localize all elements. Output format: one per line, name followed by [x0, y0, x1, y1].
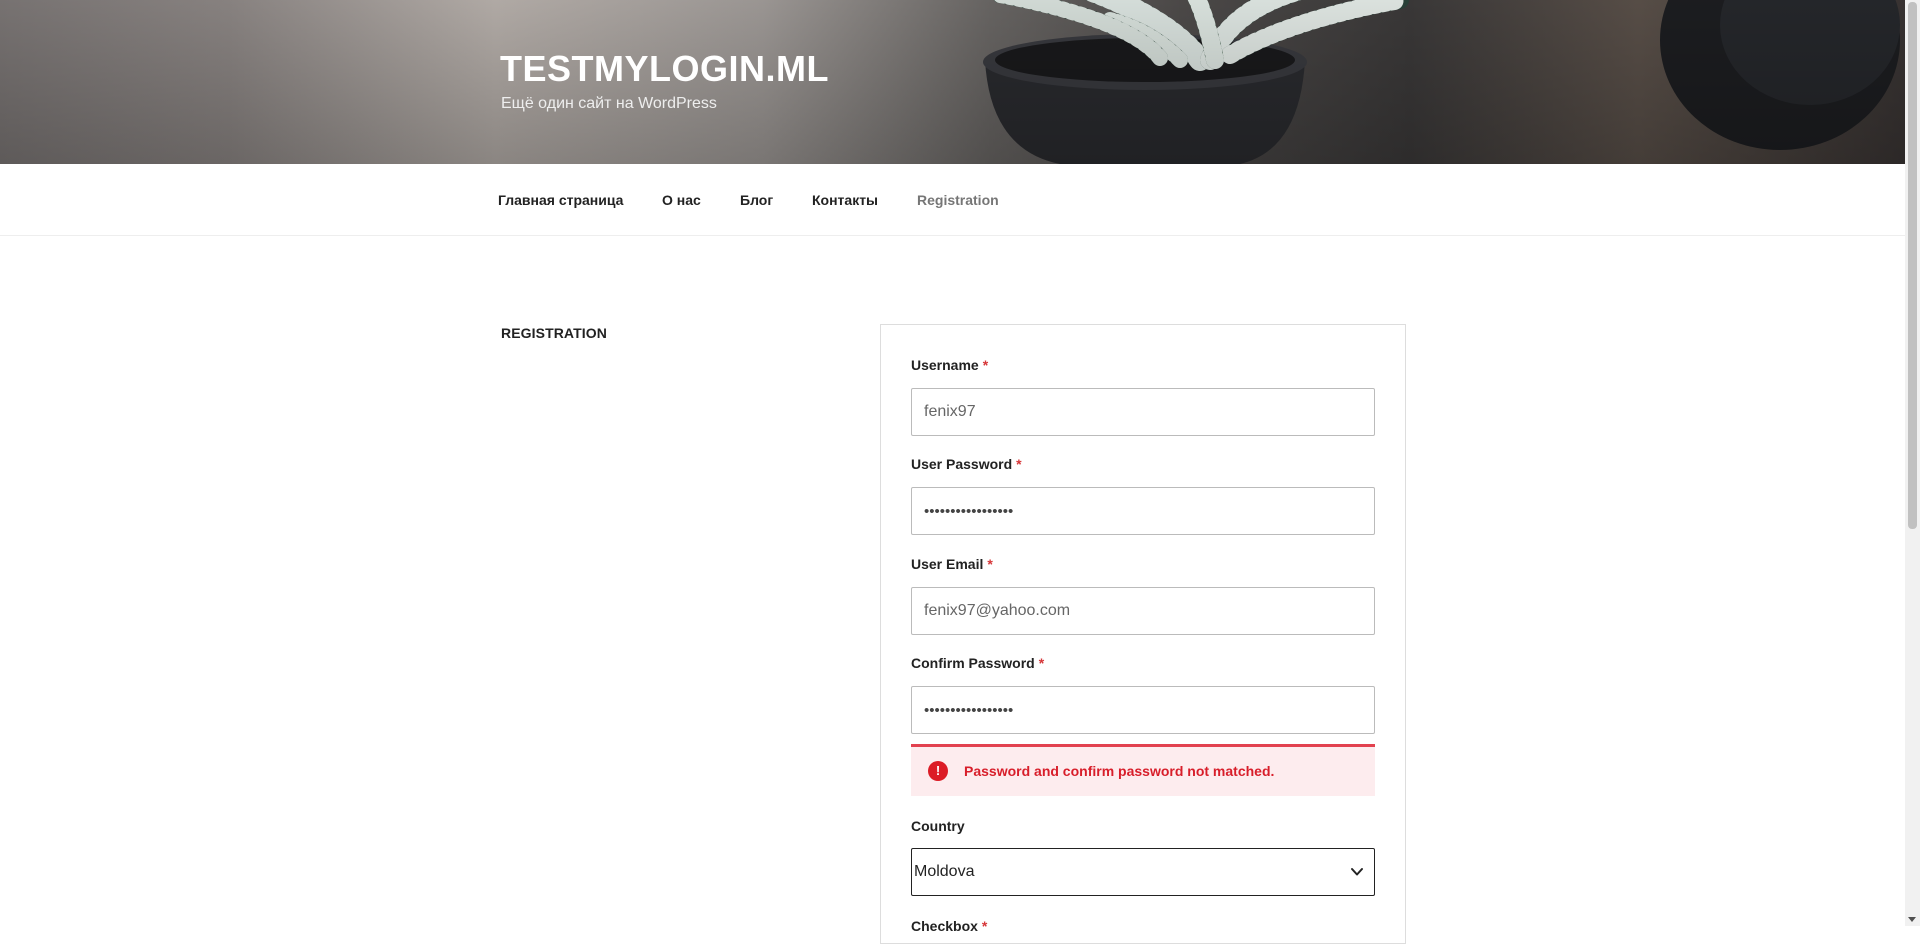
- nav-item-blog[interactable]: Блог: [740, 192, 773, 208]
- password-mismatch-error: ! Password and confirm password not matc…: [911, 744, 1375, 796]
- username-label: Username *: [911, 357, 988, 373]
- confirm-password-label-text: Confirm Password: [911, 655, 1035, 671]
- nav-item-registration[interactable]: Registration: [917, 192, 999, 208]
- checkbox-label: Checkbox *: [911, 918, 987, 934]
- main-navigation: Главная страница О нас Блог Контакты Reg…: [0, 164, 1905, 236]
- scrollbar-thumb[interactable]: [1908, 2, 1917, 529]
- scroll-down-arrow-icon[interactable]: [1908, 917, 1916, 922]
- email-label: User Email *: [911, 556, 993, 572]
- username-field[interactable]: [911, 388, 1375, 436]
- country-select[interactable]: Moldova: [911, 848, 1375, 896]
- required-mark: *: [982, 357, 989, 373]
- page-scrollbar[interactable]: [1905, 0, 1920, 926]
- email-field[interactable]: [911, 587, 1375, 635]
- password-label-text: User Password: [911, 456, 1013, 472]
- country-selected-value: Moldova: [914, 863, 975, 880]
- error-icon: !: [928, 761, 948, 781]
- site-description: Ещё один сайт на WordPress: [501, 95, 717, 112]
- password-field[interactable]: [911, 487, 1375, 535]
- site-title[interactable]: TESTMYLOGIN.ML: [500, 48, 829, 90]
- site-header: TESTMYLOGIN.ML Ещё один сайт на WordPres…: [0, 0, 1905, 164]
- required-mark: *: [981, 918, 988, 934]
- username-label-text: Username: [911, 357, 979, 373]
- page-title: REGISTRATION: [501, 325, 607, 341]
- confirm-password-field[interactable]: [911, 686, 1375, 734]
- password-label: User Password *: [911, 456, 1022, 472]
- error-message: Password and confirm password not matche…: [964, 763, 1275, 779]
- header-shade: [0, 0, 1905, 164]
- country-label: Country: [911, 818, 965, 834]
- confirm-password-label: Confirm Password *: [911, 655, 1044, 671]
- nav-item-home[interactable]: Главная страница: [498, 192, 623, 208]
- required-mark: *: [987, 556, 993, 572]
- required-mark: *: [1038, 655, 1045, 671]
- required-mark: *: [1016, 456, 1022, 472]
- email-label-text: User Email: [911, 556, 984, 572]
- nav-item-contacts[interactable]: Контакты: [812, 192, 878, 208]
- chevron-down-icon: [1351, 868, 1363, 876]
- nav-item-about[interactable]: О нас: [662, 192, 701, 208]
- checkbox-label-text: Checkbox: [911, 918, 978, 934]
- registration-form: Username* User Password* User Email* Con…: [880, 324, 1406, 944]
